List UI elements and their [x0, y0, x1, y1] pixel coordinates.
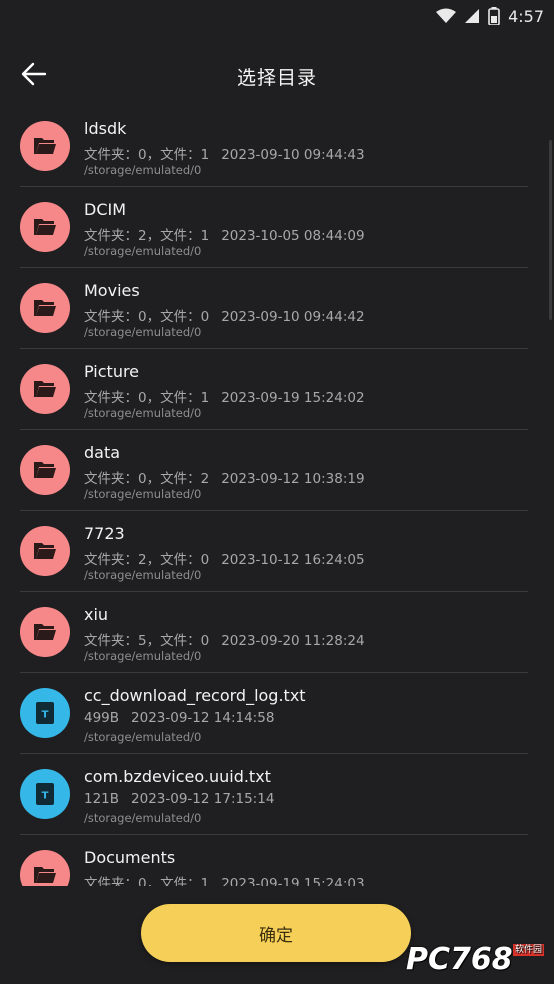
item-date: 2023-10-12 16:24:05: [221, 552, 365, 568]
item-path: /storage/emulated/0: [84, 730, 202, 744]
text-file-icon: T: [20, 688, 70, 738]
item-name: cc_download_record_log.txt: [84, 686, 306, 705]
item-path: /storage/emulated/0: [84, 325, 202, 339]
wifi-icon: [436, 8, 457, 24]
battery-icon: [488, 7, 500, 25]
item-meta: 文件夹：0，文件：1 2023-09-19 15:24:02: [84, 386, 365, 406]
item-counts: 121B: [84, 791, 120, 807]
directory-list[interactable]: ldsdk 文件夹：0，文件：1 2023-09-10 09:44:43/stora…: [0, 106, 554, 886]
list-item[interactable]: data 文件夹：0，文件：2 2023-09-12 10:38:19/storag…: [20, 430, 528, 511]
list-item[interactable]: Picture 文件夹：0，文件：1 2023-09-19 15:24:02/sto…: [20, 349, 528, 430]
scrollbar[interactable]: [549, 140, 552, 320]
item-name: xiu: [84, 605, 109, 624]
item-counts: 文件夹：0，文件：1: [84, 147, 210, 163]
item-name: Picture: [84, 362, 140, 381]
item-path: /storage/emulated/0: [84, 568, 202, 582]
item-counts: 文件夹：5，文件：0: [84, 633, 210, 649]
folder-icon: [20, 445, 70, 495]
item-counts: 文件夹：0，文件：0: [84, 309, 210, 325]
item-meta: 文件夹：0，文件：0 2023-09-10 09:44:42: [84, 305, 365, 325]
item-date: 2023-09-12 14:14:58: [131, 710, 275, 726]
list-item[interactable]: Tcom.bzdeviceo.uuid.txt 121B 2023-09-12 17…: [20, 754, 528, 835]
folder-icon: [20, 607, 70, 657]
item-meta: 文件夹：0，文件：1 2023-09-10 09:44:43: [84, 143, 365, 163]
item-counts: 499B: [84, 710, 120, 726]
status-bar: 4:57: [0, 0, 554, 32]
list-item[interactable]: 7723 文件夹：2，文件：0 2023-10-12 16:24:05/storag…: [20, 511, 528, 592]
item-path: /storage/emulated/0: [84, 487, 202, 501]
item-date: 2023-09-10 09:44:43: [221, 147, 365, 163]
item-path: /storage/emulated/0: [84, 811, 202, 825]
item-meta: 文件夹：0，文件：2 2023-09-12 10:38:19: [84, 467, 365, 487]
folder-icon: [20, 202, 70, 252]
header: 选择目录: [0, 44, 554, 108]
watermark-logo: PC768 软件园: [406, 940, 546, 980]
item-path: /storage/emulated/0: [84, 244, 202, 258]
signal-icon: [464, 8, 480, 24]
item-meta: 499B 2023-09-12 14:14:58: [84, 710, 274, 726]
watermark-text: PC768: [406, 942, 513, 977]
item-meta: 文件夹：5，文件：0 2023-09-20 11:28:24: [84, 629, 365, 649]
item-date: 2023-09-19 15:24:03: [221, 876, 365, 886]
item-meta: 文件夹：2，文件：0 2023-10-12 16:24:05: [84, 548, 365, 568]
folder-icon: [20, 283, 70, 333]
item-counts: 文件夹：0，文件：2: [84, 471, 210, 487]
folder-icon: [20, 364, 70, 414]
item-date: 2023-09-10 09:44:42: [221, 309, 365, 325]
item-meta: 121B 2023-09-12 17:15:14: [84, 791, 274, 807]
svg-text:T: T: [42, 791, 49, 802]
list-item[interactable]: DCIM 文件夹：2，文件：1 2023-10-05 08:44:09/storag…: [20, 187, 528, 268]
confirm-button[interactable]: 确定: [141, 904, 411, 962]
list-item[interactable]: Movies 文件夹：0，文件：0 2023-09-10 09:44:42/stor…: [20, 268, 528, 349]
item-path: /storage/emulated/0: [84, 649, 202, 663]
item-date: 2023-09-12 10:38:19: [221, 471, 365, 487]
item-counts: 文件夹：0，文件：1: [84, 876, 210, 886]
item-date: 2023-09-20 11:28:24: [221, 633, 365, 649]
item-name: Movies: [84, 281, 140, 300]
item-counts: 文件夹：2，文件：1: [84, 228, 210, 244]
item-meta: 文件夹：2，文件：1 2023-10-05 08:44:09: [84, 224, 365, 244]
folder-icon: [20, 850, 70, 886]
item-path: /storage/emulated/0: [84, 163, 202, 177]
item-name: DCIM: [84, 200, 127, 219]
item-counts: 文件夹：2，文件：0: [84, 552, 210, 568]
watermark-small: 软件园: [512, 944, 544, 956]
folder-icon: [20, 121, 70, 171]
item-name: data: [84, 443, 121, 462]
page-title: 选择目录: [236, 66, 317, 89]
item-name: 7723: [84, 524, 125, 543]
folder-icon: [20, 526, 70, 576]
list-item[interactable]: Documents文件夹：0，文件：12023-09-19 15:24:03/s…: [20, 835, 528, 886]
item-meta: 文件夹：0，文件：1 2023-09-19 15:24:03: [84, 872, 365, 886]
item-date: 2023-10-05 08:44:09: [221, 228, 365, 244]
back-arrow-icon: [21, 61, 47, 91]
status-time: 4:57: [508, 6, 544, 26]
item-name: ldsdk: [84, 119, 127, 138]
text-file-icon: T: [20, 769, 70, 819]
item-date: 2023-09-19 15:24:02: [221, 390, 365, 406]
item-path: /storage/emulated/0: [84, 406, 202, 420]
list-item[interactable]: xiu 文件夹：5，文件：0 2023-09-20 11:28:24/storage…: [20, 592, 528, 673]
item-date: 2023-09-12 17:15:14: [131, 791, 275, 807]
list-item[interactable]: Tcc_download_record_log.txt 499B 2023-09-1…: [20, 673, 528, 754]
list-item[interactable]: ldsdk 文件夹：0，文件：1 2023-09-10 09:44:43/stora…: [20, 106, 528, 187]
item-counts: 文件夹：0，文件：1: [84, 390, 210, 406]
back-button[interactable]: [18, 60, 50, 92]
item-name: com.bzdeviceo.uuid.txt: [84, 767, 271, 786]
svg-text:T: T: [42, 710, 49, 721]
item-name: Documents: [84, 848, 176, 867]
